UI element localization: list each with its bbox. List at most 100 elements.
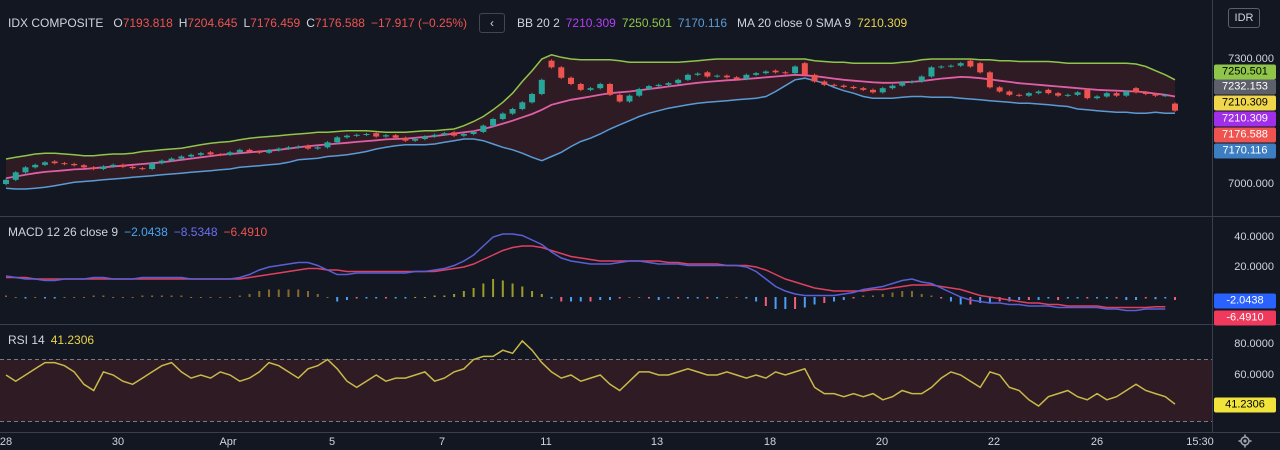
macd-histogram-bar [1144, 297, 1147, 299]
candle-body [568, 77, 575, 84]
macd-histogram-bar [258, 291, 261, 297]
macd-tick-40: 40.0000 [1234, 231, 1274, 243]
candle-body [12, 172, 19, 180]
macd-histogram-bar [472, 288, 475, 297]
candle-body [207, 152, 214, 155]
macd-histogram-bar [1057, 297, 1060, 300]
macd-histogram-bar [501, 280, 504, 297]
candle-body [1172, 103, 1178, 111]
legend-collapse-button[interactable]: ‹ [479, 13, 506, 33]
candle-body [392, 135, 399, 138]
indicator-tag: -2.0438 [1214, 293, 1276, 309]
candle-body [266, 150, 273, 153]
macd-histogram-bar [677, 297, 680, 299]
rsi-tick-60: 60.0000 [1234, 369, 1274, 381]
candle-body [363, 134, 370, 135]
macd-histogram-bar [686, 297, 689, 299]
candle-body [1084, 89, 1091, 99]
macd-histogram-bar [180, 295, 183, 297]
candle-body [246, 149, 253, 152]
candle-body [480, 125, 487, 132]
candle-body [402, 137, 409, 141]
rsi-chart[interactable] [0, 325, 1212, 432]
macd-histogram-bar [1154, 297, 1157, 300]
macd-histogram-bar [277, 289, 280, 297]
macd-histogram-bar [1125, 297, 1128, 300]
macd-histogram-bar [121, 297, 124, 298]
macd-histogram-bar [219, 297, 222, 298]
macd-histogram-bar [248, 294, 251, 297]
candle-body [110, 164, 117, 167]
candle-body [227, 152, 234, 155]
candle-body [548, 60, 555, 68]
candle-body [421, 136, 428, 139]
macd-pane[interactable]: MACD 12 26 close 9 −2.0438 −8.5348 −6.49… [0, 217, 1212, 324]
macd-histogram-bar [131, 297, 134, 298]
macd-histogram-bar [24, 297, 27, 299]
macd-histogram-bar [384, 297, 387, 299]
macd-histogram-bar [1066, 297, 1069, 299]
price-pane[interactable]: IDX COMPOSITE O 7193.818 H 7204.645 L 7176.… [0, 0, 1212, 216]
candle-body [792, 66, 799, 74]
macd-histogram-bar [160, 295, 163, 297]
macd-histogram-bar [599, 297, 602, 300]
ma-value: 7210.309 [857, 16, 908, 30]
time-label: 15:30 [1186, 436, 1214, 448]
bb-upper-value: 7250.501 [621, 16, 672, 30]
rsi-pane[interactable]: RSI 14 41.2306 [0, 325, 1212, 432]
candle-body [1142, 92, 1149, 94]
candle-body [275, 148, 282, 151]
macd-histogram-bar [14, 297, 17, 298]
candle-body [139, 168, 146, 170]
candle-body [382, 135, 389, 137]
candle-body [938, 66, 945, 68]
macd-histogram-bar [784, 297, 787, 309]
high-value: 7204.645 [187, 16, 238, 30]
macd-histogram-bar [316, 294, 319, 297]
time-axis-label: Apr [219, 436, 237, 448]
candle-body [928, 67, 935, 77]
macd-histogram-bar [1018, 297, 1021, 300]
macd-histogram-bar [1096, 297, 1099, 299]
candle-body [1113, 93, 1120, 96]
macd-histogram-bar [92, 295, 95, 297]
candle-body [918, 76, 925, 82]
settings-gear-icon[interactable] [1238, 434, 1252, 448]
candle-body [431, 134, 438, 137]
macd-histogram-bar [5, 295, 7, 297]
candle-body [1133, 88, 1140, 93]
rsi-value: 41.2306 [50, 333, 95, 347]
time-axis-label: 18 [763, 436, 777, 448]
macd-histogram-bar [63, 297, 66, 298]
candle-body [529, 94, 536, 103]
time-axis-label: 5 [328, 436, 336, 448]
candle-body [1035, 91, 1042, 94]
macd-histogram-bar [842, 297, 845, 300]
macd-histogram-bar [151, 295, 154, 297]
time-axis-label: 13 [650, 436, 664, 448]
candle-body [899, 82, 906, 86]
bb-label: BB 20 2 [517, 16, 560, 30]
candle-body [1045, 89, 1052, 94]
candle-body [1064, 94, 1071, 96]
time-axis-divider [0, 432, 1280, 433]
macd-histogram-bar [82, 297, 85, 298]
candle-body [704, 72, 711, 77]
macd-histogram-bar [521, 286, 524, 297]
low-value: 7176.459 [250, 16, 301, 30]
candle-body [236, 149, 243, 153]
macd-histogram-bar [404, 297, 407, 299]
candle-body [90, 167, 97, 169]
macd-histogram-bar [589, 297, 592, 302]
macd-histogram-bar [355, 297, 358, 299]
candle-body [519, 102, 526, 109]
macd-histogram-bar [940, 297, 943, 299]
macd-histogram-bar [608, 297, 611, 300]
candle-body [801, 63, 808, 75]
macd-histogram-bar [891, 292, 894, 297]
macd-histogram-bar [1076, 297, 1079, 299]
macd-histogram-bar [1047, 297, 1050, 299]
candle-body [51, 161, 58, 164]
macd-histogram-bar [414, 297, 417, 298]
macd-histogram-bar [112, 297, 115, 298]
